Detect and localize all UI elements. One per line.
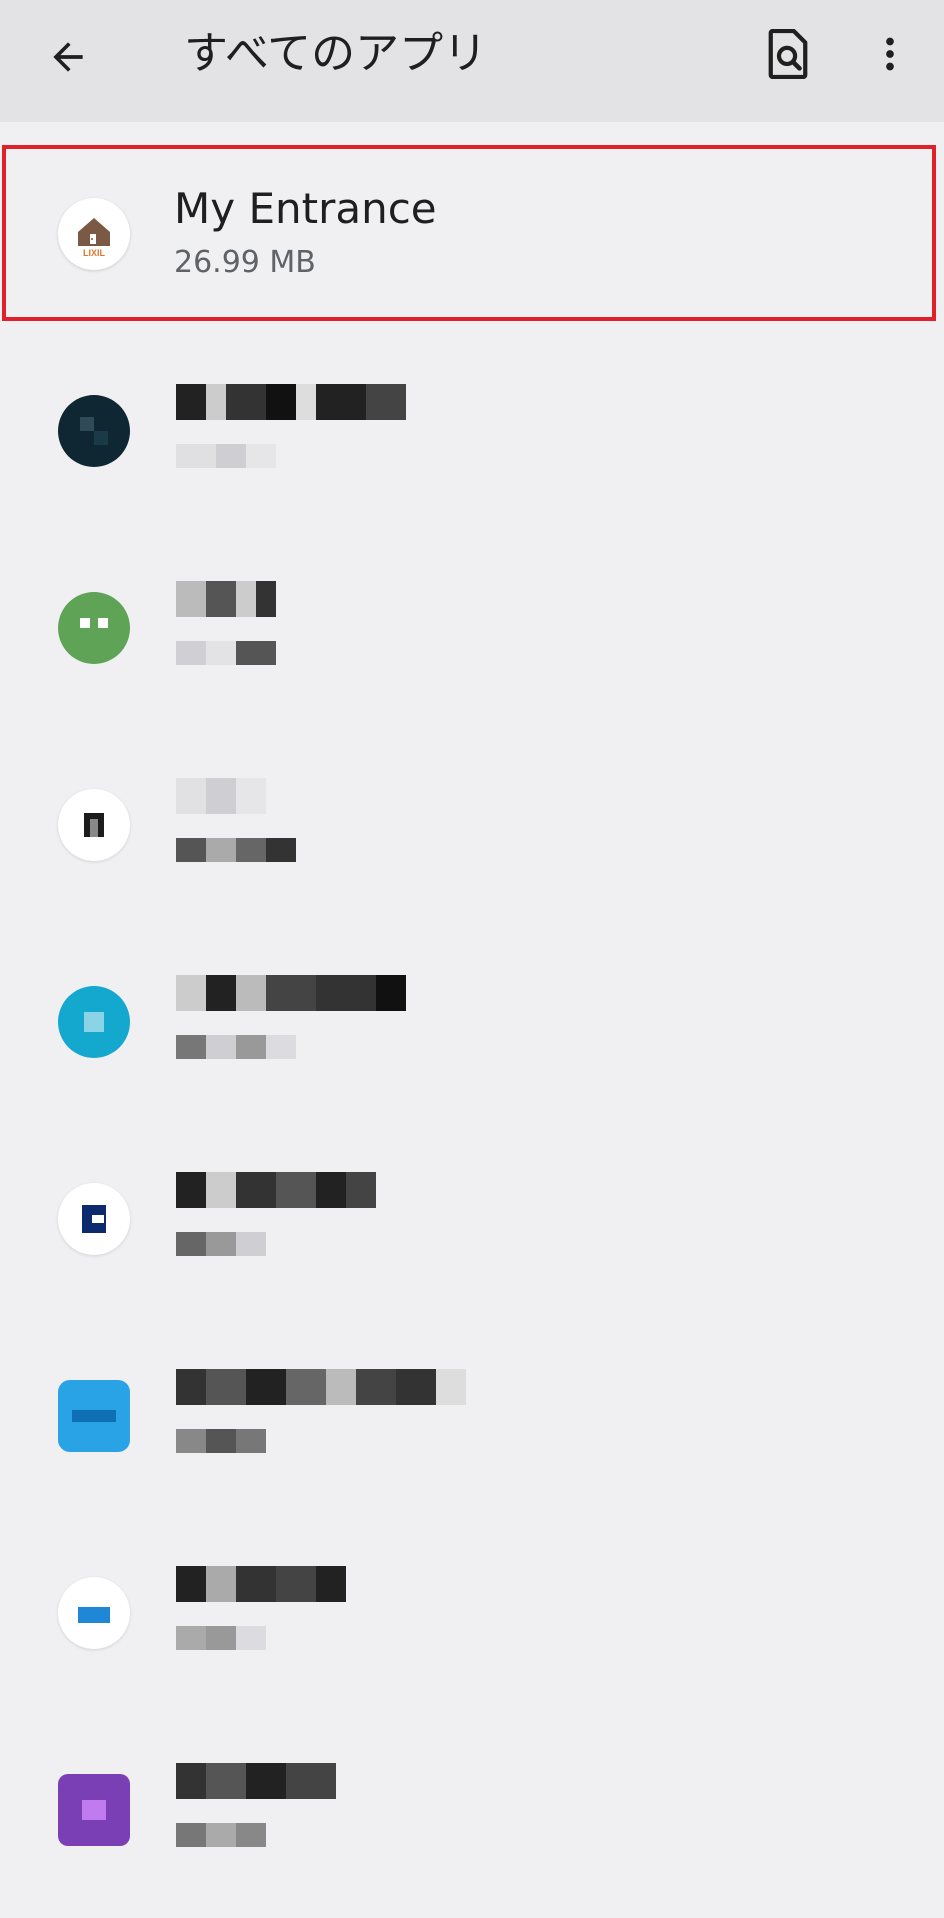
redacted-app-name bbox=[176, 778, 266, 814]
pixelated-app-icon bbox=[58, 1380, 130, 1452]
redacted-app-name bbox=[176, 1763, 336, 1799]
app-list-item[interactable] bbox=[0, 736, 944, 933]
redacted-app-size bbox=[176, 838, 296, 862]
redacted-app-name bbox=[176, 1369, 466, 1405]
more-options-button[interactable] bbox=[858, 22, 922, 86]
lixil-house-icon: LIXIL bbox=[58, 198, 130, 270]
app-list-item-my-entrance[interactable]: LIXIL My Entrance 26.99 MB bbox=[0, 145, 944, 342]
svg-text:LIXIL: LIXIL bbox=[83, 248, 106, 258]
pixelated-app-icon bbox=[58, 1774, 130, 1846]
redacted-app-size bbox=[176, 1429, 266, 1453]
storage-search-button[interactable] bbox=[756, 22, 820, 86]
more-vert-icon bbox=[886, 37, 894, 71]
app-list-item[interactable] bbox=[0, 1130, 944, 1327]
redacted-app-name bbox=[176, 384, 406, 420]
back-button[interactable] bbox=[36, 25, 100, 89]
redacted-app-name bbox=[176, 975, 406, 1011]
app-list-item[interactable] bbox=[0, 342, 944, 539]
app-list-item[interactable] bbox=[0, 539, 944, 736]
redacted-app-size bbox=[176, 1232, 266, 1256]
top-app-bar: すべてのアプリ bbox=[0, 0, 944, 122]
document-search-icon bbox=[768, 29, 808, 79]
redacted-app-size bbox=[176, 1035, 296, 1059]
app-list-item[interactable] bbox=[0, 1524, 944, 1721]
pixelated-app-icon bbox=[58, 986, 130, 1058]
pixelated-app-icon bbox=[58, 789, 130, 861]
redacted-app-name bbox=[176, 581, 276, 617]
pixelated-app-icon bbox=[58, 1577, 130, 1649]
redacted-app-size bbox=[176, 1626, 266, 1650]
highlight-frame bbox=[2, 145, 936, 321]
pixelated-app-icon bbox=[58, 592, 130, 664]
redacted-app-size bbox=[176, 1823, 266, 1847]
redacted-app-name bbox=[176, 1566, 346, 1602]
pixelated-app-icon bbox=[58, 1183, 130, 1255]
redacted-app-size bbox=[176, 444, 276, 468]
app-size: 26.99 MB bbox=[174, 245, 316, 280]
redacted-app-size bbox=[176, 641, 276, 665]
app-name: My Entrance bbox=[174, 184, 437, 233]
redacted-app-name bbox=[176, 1172, 376, 1208]
app-list-item[interactable] bbox=[0, 1721, 944, 1918]
pixelated-app-icon bbox=[58, 395, 130, 467]
app-list: LIXIL My Entrance 26.99 MB bbox=[0, 145, 944, 1918]
app-list-item[interactable] bbox=[0, 933, 944, 1130]
app-list-item[interactable] bbox=[0, 1327, 944, 1524]
page-title: すべてのアプリ bbox=[184, 28, 488, 79]
arrow-back-icon bbox=[53, 42, 83, 72]
